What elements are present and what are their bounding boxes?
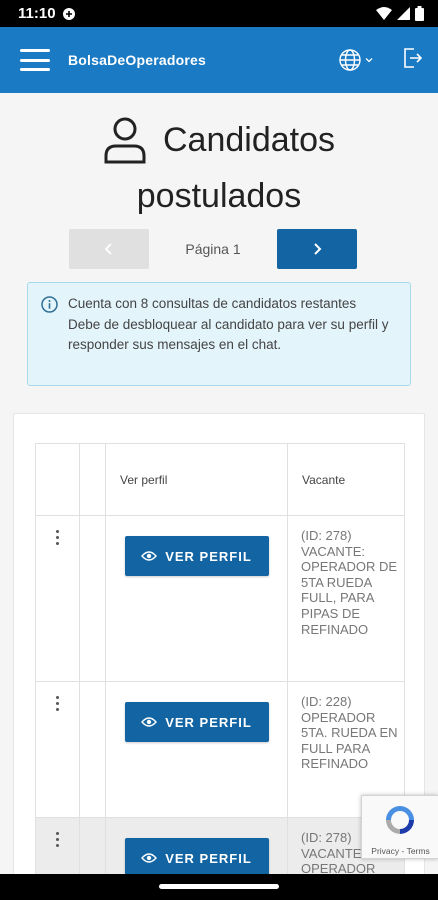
info-icon (41, 296, 58, 313)
page-title: Candidatos postulados (0, 112, 438, 224)
title-line2: postulados (136, 177, 302, 215)
ver-perfil-label: VER PERFIL (165, 714, 252, 730)
system-nav-bar (0, 874, 438, 900)
status-bar: 11:10 (0, 0, 438, 27)
menu-icon[interactable] (20, 49, 50, 71)
app-bar: BolsaDeOperadores (0, 27, 438, 93)
page-label: Página 1 (185, 241, 241, 257)
language-selector[interactable] (338, 48, 374, 72)
eye-icon (141, 717, 158, 727)
recaptcha-label[interactable]: Privacy - Terms (362, 846, 438, 856)
eye-icon (141, 551, 158, 561)
wifi-icon (376, 7, 392, 20)
sync-icon (62, 7, 75, 20)
ver-perfil-button[interactable]: VER PERFIL (124, 702, 269, 742)
chevron-right-icon (314, 243, 322, 255)
globe-icon (339, 49, 361, 71)
table-row: VER PERFIL (ID: 228) OPERADOR 5TA. RUEDA… (36, 682, 405, 818)
header-blank (80, 444, 106, 515)
person-icon (104, 117, 146, 164)
vacante-cell: (ID: 278) VACANTE: OPERADOR DE 5TA RUEDA… (288, 516, 405, 681)
app-brand[interactable]: BolsaDeOperadores (68, 52, 206, 68)
home-gesture-handle[interactable] (159, 884, 279, 889)
chevron-down-icon (365, 58, 373, 63)
battery-icon (415, 6, 424, 21)
chevron-left-icon (104, 243, 112, 255)
recaptcha-badge[interactable]: Privacy - Terms (361, 795, 438, 859)
ver-perfil-label: VER PERFIL (165, 548, 252, 564)
info-line-2: Debe de desbloquear al candidato para ve… (68, 316, 389, 353)
eye-icon (141, 853, 158, 863)
recaptcha-icon (386, 806, 414, 834)
info-alert: Cuenta con 8 consultas de candidatos res… (27, 282, 411, 386)
next-page-button[interactable] (277, 229, 357, 269)
logout-button[interactable] (400, 46, 424, 75)
prev-page-button[interactable] (69, 229, 149, 269)
header-actions (36, 444, 80, 515)
ver-perfil-button[interactable]: VER PERFIL (124, 838, 269, 878)
table-row: VER PERFIL (ID: 278) VACANTE: OPERADOR D… (36, 516, 405, 682)
title-line1: Candidatos (162, 121, 335, 159)
candidates-table: Ver perfil Vacante VER PERFIL (ID: 278) … (35, 443, 405, 882)
row-menu-icon[interactable] (56, 696, 59, 817)
signal-icon (397, 7, 410, 20)
row-menu-icon[interactable] (56, 530, 59, 681)
logout-icon (404, 47, 423, 68)
info-line-1: Cuenta con 8 consultas de candidatos res… (68, 296, 357, 311)
pagination: Página 1 (69, 229, 357, 269)
ver-perfil-button[interactable]: VER PERFIL (124, 536, 269, 576)
ver-perfil-label: VER PERFIL (165, 850, 252, 866)
header-ver-perfil: Ver perfil (106, 444, 288, 515)
table-header: Ver perfil Vacante (36, 444, 405, 516)
status-time: 11:10 (18, 5, 56, 22)
header-vacante: Vacante (288, 444, 405, 515)
